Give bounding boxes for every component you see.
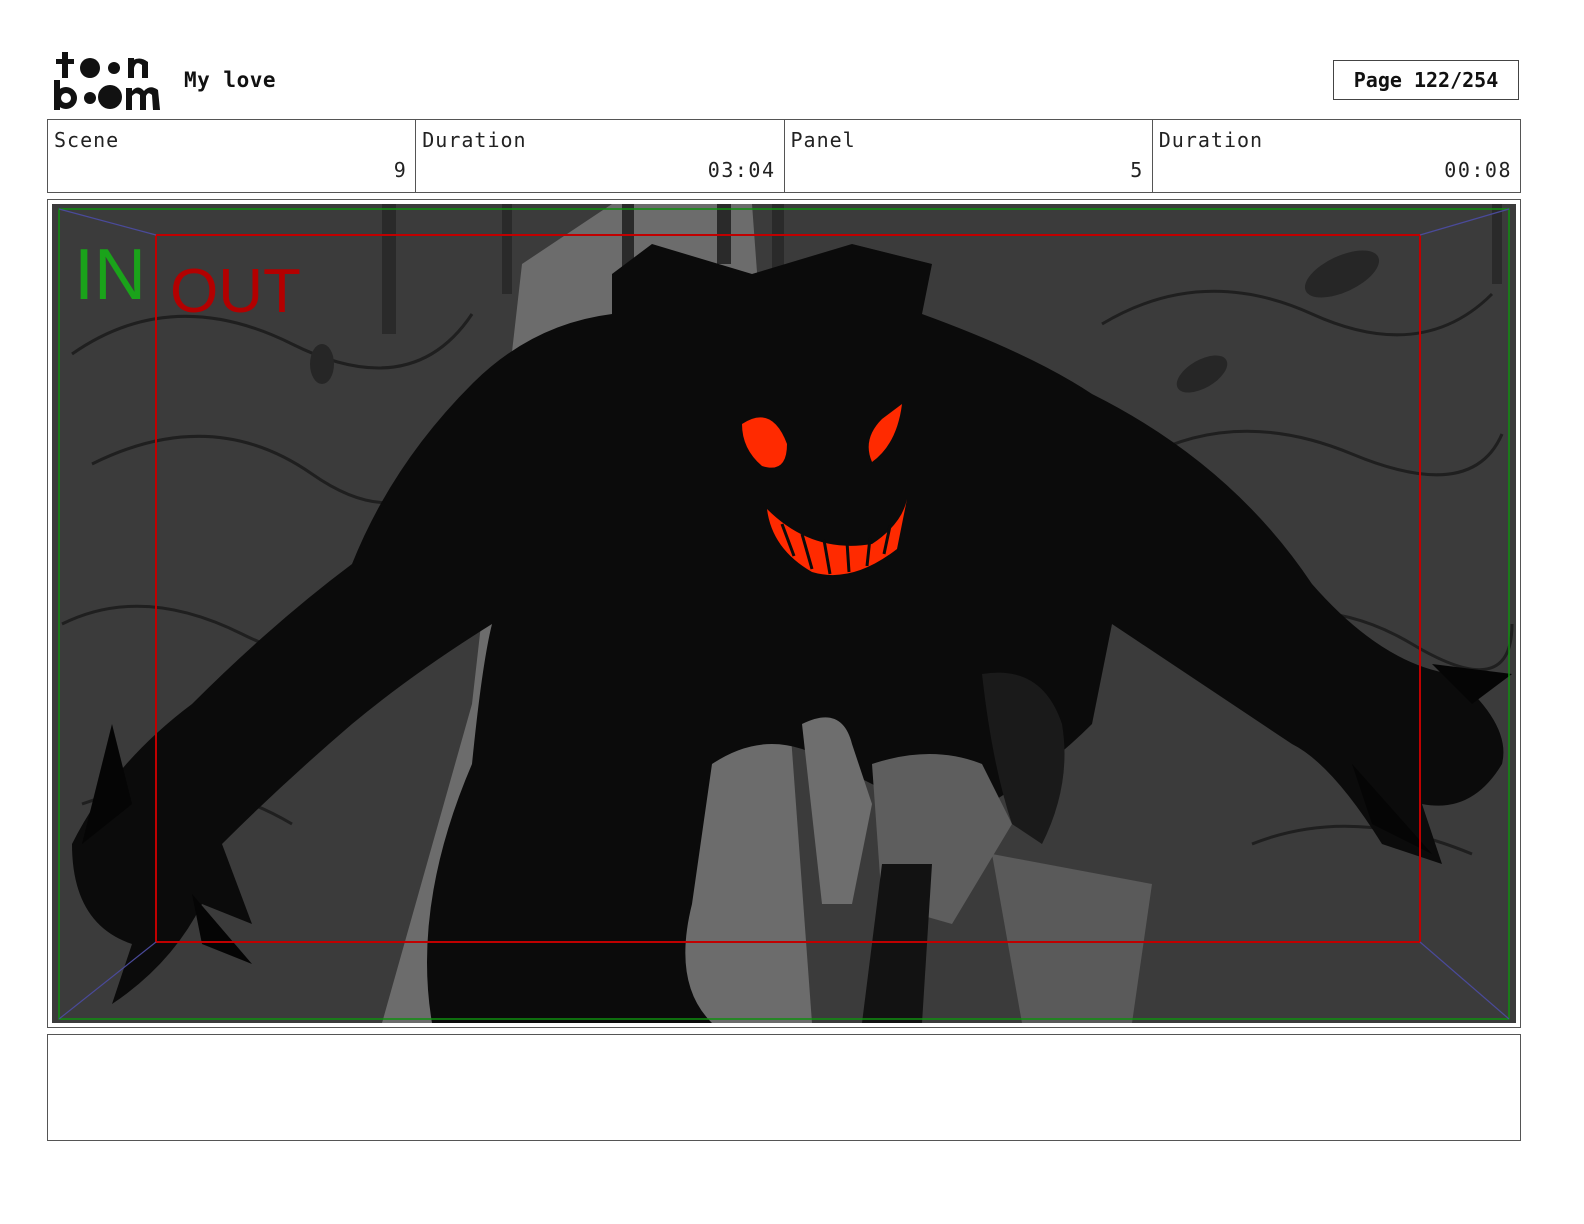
panel-duration-value: 00:08: [1444, 158, 1512, 182]
notes-box: [47, 1034, 1521, 1141]
panel-duration-label: Duration: [1158, 128, 1264, 152]
panel-frame: IN OUT: [47, 199, 1521, 1028]
scene-cell: Scene 9: [48, 120, 417, 192]
panel-artwork: IN OUT: [52, 204, 1516, 1023]
panel-duration-cell: Duration 00:08: [1153, 120, 1520, 192]
scene-duration-cell: Duration 03:04: [416, 120, 785, 192]
panel-label: Panel: [790, 128, 856, 152]
in-label: IN: [74, 235, 146, 315]
out-label: OUT: [170, 257, 301, 326]
scene-duration-label: Duration: [422, 128, 527, 152]
page-number: Page 122/254: [1333, 60, 1519, 100]
toonboom-logo: [54, 52, 160, 110]
panel-value: 5: [1130, 158, 1144, 182]
info-table: Scene 9 Duration 03:04 Panel 5 Duration …: [47, 119, 1521, 193]
scene-value: 9: [393, 158, 408, 182]
project-title: My love: [184, 68, 277, 92]
scene-duration-value: 03:04: [707, 158, 776, 182]
panel-cell: Panel 5: [785, 120, 1153, 192]
scene-label: Scene: [54, 128, 120, 152]
